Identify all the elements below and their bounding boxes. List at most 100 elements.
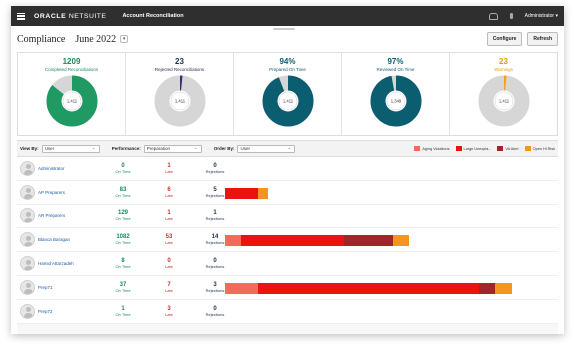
kpi-tile[interactable]: 23 Warnings 1,411 (450, 53, 557, 135)
avatar (20, 232, 35, 248)
late-stat[interactable]: 6 Late (146, 187, 192, 198)
user-name-link[interactable]: Prep71 (38, 285, 100, 290)
bar-segment (225, 282, 258, 294)
list-item[interactable]: AP Preparers 83 On Time 6 Late 5 Rejections (17, 181, 558, 205)
view-by-label: View By: (20, 146, 39, 151)
user-name-link[interactable]: Hamid Attarzadeh (38, 261, 100, 266)
refresh-button[interactable]: Refresh (527, 32, 558, 46)
list-item[interactable]: Prep72 1 On Time 3 Late 0 Rejections (17, 300, 558, 324)
list-item[interactable]: Administrator 0 On Time 1 Late 0 Rejections (17, 157, 558, 181)
late-stat[interactable]: 53 Late (146, 234, 192, 245)
bar-segment (257, 282, 480, 294)
drag-handle[interactable] (273, 28, 295, 30)
legend-swatch (497, 146, 504, 151)
kpi-tile[interactable]: 97% Reviewed On Time 1,349 (342, 53, 450, 135)
order-by-select[interactable]: User (237, 144, 296, 153)
kpi-label: Completed Reconciliations (44, 67, 99, 72)
late-stat[interactable]: 1 Late (146, 210, 192, 221)
rejections-stat[interactable]: 1 Rejections (192, 210, 238, 221)
list-item[interactable]: Prep71 37 On Time 7 Late 3 Rejections (17, 276, 558, 300)
ontime-stat[interactable]: 0 On Time (100, 163, 146, 174)
late-stat[interactable]: 3 Late (146, 306, 192, 317)
user-name-link[interactable]: Administrator (38, 166, 100, 171)
issue-bar (225, 235, 409, 247)
oracle-netsuite-logo: ORACLE NETSUITE (34, 12, 107, 20)
rejections-stat[interactable]: 0 Rejections (192, 306, 238, 317)
ontime-stat[interactable]: 37 On Time (100, 282, 146, 293)
rejections-stat[interactable]: 0 Rejections (192, 163, 238, 174)
avatar (20, 279, 35, 295)
user-menu[interactable]: Administrator ▾ (525, 13, 558, 19)
chevron-down-icon[interactable]: ▾ (120, 35, 129, 43)
avatar (20, 256, 35, 272)
user-name-link[interactable]: AR Preparers (38, 213, 100, 218)
microphone-icon[interactable] (509, 13, 513, 19)
month-selector[interactable]: June 2022 (75, 34, 116, 45)
kpi-donut: 1,411 (478, 75, 529, 127)
user-name-link[interactable]: AP Preparers (38, 190, 100, 195)
kpi-donut: 1,411 (262, 75, 313, 127)
donut-center-label: 1,411 (66, 99, 77, 104)
kpi-value: 23 (499, 57, 508, 66)
avatar (20, 184, 35, 200)
performance-select[interactable]: Preparation (143, 144, 202, 153)
kpi-tile[interactable]: 1209 Completed Reconciliations 1,411 (18, 53, 126, 135)
ontime-stat[interactable]: 83 On Time (100, 187, 146, 198)
user-name-link[interactable]: Prep72 (38, 309, 100, 314)
list-item[interactable]: Hamid Attarzadeh 8 On Time 0 Late 0 Rejections (17, 252, 558, 276)
avatar (20, 303, 35, 319)
legend-swatch (455, 146, 462, 151)
legend: Aging Violations Large Unexpla... VA Alert… (414, 146, 555, 151)
ontime-stat[interactable]: 1082 On Time (100, 234, 146, 245)
kpi-donut: 1,411 (154, 75, 205, 127)
donut-center-label: 1,411 (282, 99, 293, 104)
performance-label: Performance: (111, 146, 141, 151)
kpi-label: Prepared On Time (269, 67, 306, 72)
configure-button[interactable]: Configure (486, 32, 523, 46)
view-by-select[interactable]: User (41, 144, 100, 153)
legend-swatch (524, 146, 531, 151)
avatar (20, 208, 35, 224)
bar-segment (225, 187, 258, 199)
legend-item: Aging Violations (414, 146, 450, 151)
kpi-value: 94% (279, 57, 296, 66)
kpi-value: 23 (175, 57, 184, 66)
user-list: Administrator 0 On Time 1 Late 0 Rejections AP … (17, 157, 558, 324)
kpi-donut: 1,349 (370, 75, 421, 127)
bar-segment (257, 187, 269, 199)
legend-swatch (414, 146, 421, 151)
donut-center-label: 1,349 (390, 99, 401, 104)
performance-section: View By: User Performance: Preparation O… (17, 140, 558, 334)
kpi-panel: 1209 Completed Reconciliations 1,411 23 Reje… (17, 52, 558, 136)
bar-segment (495, 282, 512, 294)
kpi-donut: 1,411 (46, 75, 97, 127)
legend-item: Large Unexpla... (455, 146, 491, 151)
rejections-stat[interactable]: 0 Rejections (192, 258, 238, 269)
ontime-stat[interactable]: 1 On Time (100, 306, 146, 317)
menu-icon[interactable] (17, 12, 25, 20)
kpi-label: Rejected Reconciliations (154, 67, 205, 72)
legend-item: Open Hi Risk (524, 146, 555, 151)
ontime-stat[interactable]: 8 On Time (100, 258, 146, 269)
filter-bar: View By: User Performance: Preparation O… (17, 141, 558, 157)
late-stat[interactable]: 0 Late (146, 258, 192, 269)
page-title: Compliance (17, 33, 66, 45)
legend-item: VA Alert (497, 146, 519, 151)
cloud-icon[interactable] (488, 12, 498, 20)
bar-segment (479, 282, 496, 294)
legend-label: Open Hi Risk (532, 146, 555, 151)
kpi-tile[interactable]: 94% Prepared On Time 1,411 (234, 53, 342, 135)
list-item[interactable]: AR Preparers 129 On Time 1 Late 1 Rejections (17, 205, 558, 229)
late-stat[interactable]: 1 Late (146, 163, 192, 174)
user-name-link[interactable]: Blanca Baragan (38, 237, 100, 242)
issue-bar (225, 282, 512, 294)
scroll-fade (17, 332, 558, 334)
kpi-tile[interactable]: 23 Rejected Reconciliations 1,411 (126, 53, 234, 135)
kpi-label: Warnings (494, 67, 513, 72)
order-by-label: Order By: (213, 146, 235, 151)
late-stat[interactable]: 7 Late (146, 282, 192, 293)
list-item[interactable]: Blanca Baragan 1082 On Time 53 Late 14 Rejecti… (17, 228, 558, 253)
ontime-stat[interactable]: 129 On Time (100, 210, 146, 221)
bar-segment (343, 235, 393, 247)
app-title: Account Reconciliation (122, 13, 184, 19)
